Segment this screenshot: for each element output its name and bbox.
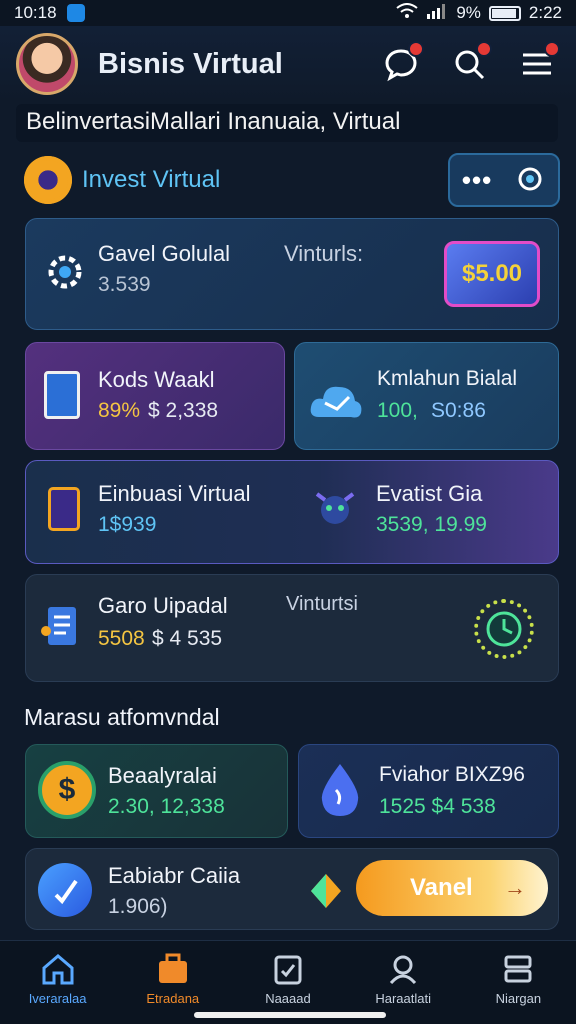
card-value: 3.539 — [98, 273, 151, 296]
status-time-left: 10:18 — [14, 3, 57, 22]
nav-item-profile[interactable]: Haraatlati — [353, 951, 453, 1006]
drop-icon — [311, 759, 369, 821]
app-header: Bisnis Virtual — [0, 26, 576, 102]
card-value-secondary: 3539, 19.99 — [376, 513, 487, 536]
cloud-chart-icon — [309, 373, 363, 423]
gem-icon — [308, 871, 344, 911]
battery-percent: 9% — [456, 3, 481, 22]
card-side-label: Vinturtsi — [286, 593, 358, 615]
more-icon: ••• — [461, 164, 493, 195]
card-value-a: 89% — [98, 399, 141, 422]
battery-icon — [488, 5, 521, 21]
gear-icon — [24, 156, 72, 204]
nav-label: Etradana — [146, 991, 200, 1006]
check-icon — [38, 863, 92, 917]
user-icon — [390, 955, 417, 985]
more-search-button[interactable]: ••• — [448, 153, 560, 207]
cta-label: Vanel — [410, 874, 473, 901]
layers-icon — [504, 955, 532, 983]
phone-icon — [48, 487, 80, 531]
card-value-b: S0:86 — [431, 399, 486, 422]
status-bar: 10:18 9% 2:22 — [0, 0, 576, 26]
briefcase-icon — [158, 953, 187, 983]
status-time-right: 2:22 — [528, 3, 562, 22]
nav-label: Naaaad — [265, 991, 311, 1006]
section-title: Marasu atfomvndal — [24, 704, 220, 730]
signal-icon — [426, 3, 448, 24]
checklist-icon — [38, 601, 86, 651]
card-value-a: 100, — [377, 399, 418, 422]
puzzle-gear-icon — [40, 247, 90, 297]
nav-item-settings[interactable]: Niargan — [468, 951, 568, 1006]
robot-icon — [310, 483, 360, 533]
invest-section-header: Invest Virtual ••• — [24, 152, 560, 208]
market-title: Beaalyralai — [108, 763, 217, 788]
card-side-label: Vinturls: — [284, 241, 364, 266]
clock-icon — [474, 599, 534, 659]
dollar-coin-icon: $ — [38, 761, 96, 819]
invest-label: Invest Virtual — [82, 166, 221, 193]
nav-item-home[interactable]: Iveraralaa — [8, 951, 108, 1006]
tablet-icon — [44, 371, 80, 419]
card-title: Einbuasi Virtual — [98, 481, 251, 506]
nav-item-tasks[interactable]: Naaaad — [238, 951, 338, 1006]
avatar[interactable] — [16, 33, 78, 95]
home-indicator[interactable] — [194, 1012, 386, 1018]
banner-text: BelinvertasiMallari Inanuaia, Virtual — [16, 104, 558, 142]
nav-item-trade[interactable]: Etradana — [123, 951, 223, 1006]
card-title: Kmlahun Bialal — [377, 367, 518, 390]
card-einbuasi[interactable]: Einbuasi Virtual 1$939 Evatist Gia 3539,… — [25, 460, 559, 564]
card-kmlahun[interactable]: Kmlahun Bialal 100, S0:86 — [294, 342, 559, 450]
card-title: Kods Waakl — [98, 367, 215, 392]
home-icon — [42, 954, 74, 985]
chat-notification-dot — [408, 41, 424, 57]
search-button[interactable] — [446, 41, 492, 87]
wifi-icon — [396, 2, 418, 24]
card-gavel[interactable]: Gavel Golulal 3.539 Vinturls: $5.00 — [25, 218, 559, 330]
card-garo[interactable]: Garo Uipadal 5508 $ 4 535 Vinturtsi — [25, 574, 559, 682]
card-kods[interactable]: Kods Waakl 89% $ 2,338 — [25, 342, 285, 450]
card-value-b: $ 4 535 — [152, 627, 223, 650]
market-card-beaalyralai[interactable]: $ Beaalyralai 2.30, 12,338 — [25, 744, 288, 838]
market-value: 2.30, 12,338 — [108, 795, 225, 818]
nav-label: Niargan — [495, 991, 542, 1006]
market-card-fviahor[interactable]: Fviahor BIXZ96 1525 $4 538 — [298, 744, 559, 838]
market-title: Fviahor BIXZ96 — [379, 763, 525, 786]
chat-button[interactable] — [378, 41, 424, 87]
price-badge: $5.00 — [444, 241, 540, 307]
card-value: 1$939 — [98, 513, 157, 536]
card-title: Gavel Golulal — [98, 241, 231, 266]
price-badge-text: $5.00 — [461, 260, 523, 287]
nav-label: Haraatlati — [375, 991, 431, 1006]
card-value-a: 5508 — [98, 627, 145, 650]
market-value: 1525 $4 538 — [379, 795, 496, 818]
card-title-secondary: Evatist Gia — [376, 481, 483, 506]
promo-title: Eabiabr Caiia — [108, 863, 241, 888]
menu-button[interactable] — [514, 41, 560, 87]
cta-button[interactable]: Vanel → — [356, 860, 548, 916]
clipboard-check-icon — [274, 955, 302, 985]
arrow-right-icon: → — [504, 875, 526, 900]
menu-notification-dot — [544, 41, 560, 57]
promo-value: 1.906) — [108, 895, 168, 918]
card-title: Garo Uipadal — [98, 593, 228, 618]
app-notification-icon — [66, 4, 85, 22]
search-icon — [518, 167, 542, 191]
search-notification-dot — [476, 41, 492, 57]
nav-label: Iveraralaa — [28, 991, 87, 1006]
card-value-b: $ 2,338 — [148, 399, 219, 422]
app-title: Bisnis Virtual — [98, 47, 283, 80]
